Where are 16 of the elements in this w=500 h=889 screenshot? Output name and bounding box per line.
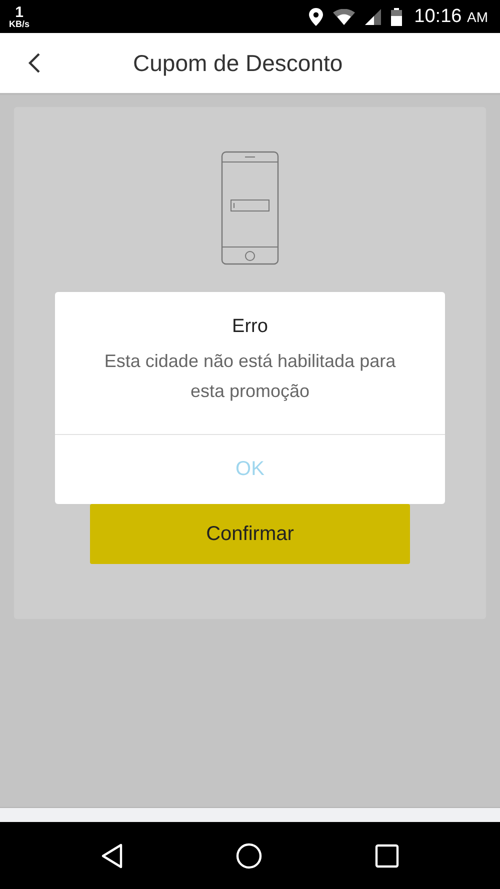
home-nav-icon[interactable] [236,842,262,868]
am-pm: AM [467,8,488,24]
battery-icon [391,8,402,26]
recents-nav-icon[interactable] [375,844,399,868]
page-title: Cupom de Desconto [133,50,343,76]
dialog-title: Erro [232,316,268,338]
back-icon [28,52,41,74]
signal-icon [365,8,382,24]
back-nav-icon[interactable] [101,842,123,868]
network-speed: 1 [15,4,24,20]
confirm-button[interactable]: Confirmar [90,504,410,564]
speed-unit: KB/s [9,20,30,28]
wifi-icon [333,8,356,24]
clock: 10:16 [414,6,463,28]
location-icon [309,8,324,26]
dialog-message: Esta cidade não está habilitada para esta promoção [103,350,397,403]
